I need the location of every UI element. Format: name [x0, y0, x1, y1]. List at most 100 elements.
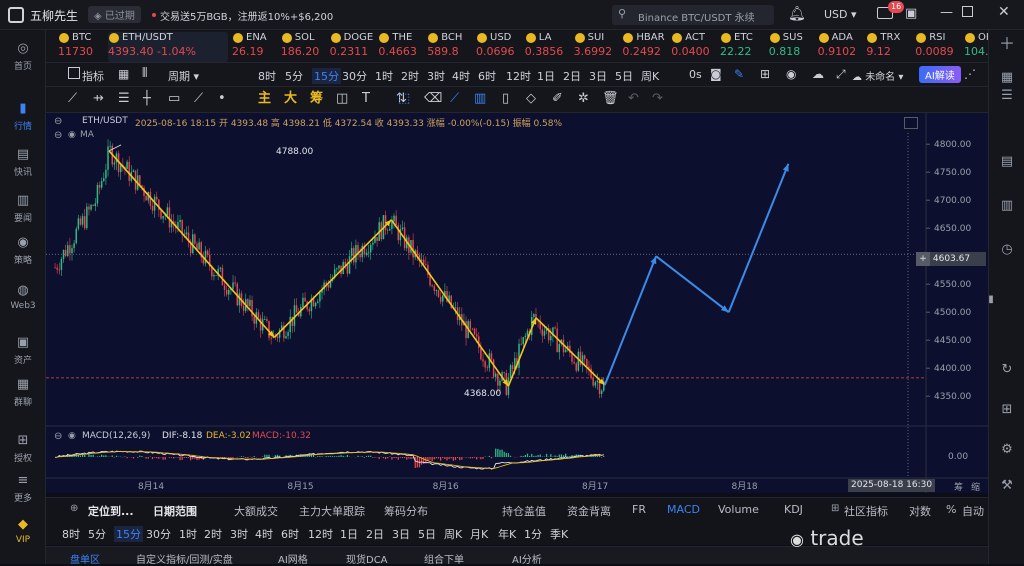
period-button[interactable]: 周期 ▾ — [168, 68, 199, 84]
eraser-icon[interactable]: ⌫ — [424, 92, 442, 106]
ticker-10[interactable]: HBAR 0.2492 — [622, 32, 668, 62]
timeframe-5[interactable]: 2时 — [401, 68, 419, 84]
ticker-2[interactable]: ENA 26.19 — [232, 32, 278, 62]
expand-icon[interactable]: ⤢ — [836, 67, 846, 82]
timeframe2-7[interactable]: 4时 — [255, 526, 273, 542]
indicator-tab-0[interactable]: 定位到... — [88, 503, 134, 519]
eye-icon[interactable]: ◉ — [68, 130, 76, 140]
nav-item-8[interactable]: ⊞ 授权 — [0, 434, 46, 465]
ticker-7[interactable]: USD 0.0696 — [476, 32, 522, 62]
tools-icon[interactable]: ⚒ — [999, 478, 1015, 494]
bell-icon[interactable]: 🔔︎ — [788, 6, 806, 22]
blue-projection-segment[interactable] — [727, 163, 790, 313]
redo-icon[interactable]: ↷ — [652, 92, 663, 106]
chart-icon[interactable]: ◫ — [336, 92, 348, 106]
collapse-icon[interactable]: ⊖ — [54, 116, 62, 127]
timeframe2-2[interactable]: 15分 — [114, 526, 143, 542]
clipboard-icon[interactable]: ▯ — [502, 92, 509, 106]
timeframe-12[interactable]: 3日 — [589, 68, 607, 84]
nav-item-10[interactable]: ◆ VIP — [0, 518, 46, 546]
timeframe2-13[interactable]: 5日 — [418, 526, 436, 542]
ticker-13[interactable]: SUS 0.818 — [769, 32, 815, 62]
yellow-trend-segment[interactable] — [108, 150, 275, 338]
indicator-tab-9[interactable]: Volume — [718, 503, 759, 516]
chart-area[interactable]: 4800.004750.004700.004650.004600.004550.… — [46, 113, 988, 493]
indicator-tab-2[interactable]: 大额成交 — [234, 503, 278, 519]
tag-icon[interactable]: ◇ — [526, 92, 536, 106]
timeframe-2[interactable]: 15分 — [312, 68, 341, 84]
plus-icon[interactable]: + — [916, 252, 930, 266]
timeframe2-6[interactable]: 3时 — [230, 526, 248, 542]
locate-icon[interactable]: ⊕ — [70, 503, 78, 514]
timeframe2-17[interactable]: 1分 — [524, 526, 542, 542]
timeframe2-18[interactable]: 季K — [550, 526, 568, 542]
brush-icon[interactable]: ✐ — [552, 92, 563, 106]
yellow-trend-segment[interactable] — [390, 219, 510, 387]
shrink-axis-label[interactable]: 缩 — [971, 480, 980, 493]
nav-item-5[interactable]: ◍ Web3 — [0, 284, 46, 312]
chip-axis-label[interactable]: 筹 — [954, 480, 963, 493]
ticker-17[interactable]: OK 104.58 — [964, 32, 988, 62]
minimize-button[interactable]: — — [940, 5, 953, 20]
eye-icon[interactable]: ◉ — [786, 67, 796, 81]
timeframe-1[interactable]: 5分 — [285, 68, 303, 84]
rectangle-icon[interactable]: ▭ — [168, 92, 180, 106]
timeframe2-1[interactable]: 5分 — [88, 526, 106, 542]
timeframe-0[interactable]: 8时 — [258, 68, 276, 84]
cloud-icon[interactable]: ☁ — [812, 67, 824, 81]
indicator-tab-11[interactable]: 社区指标 — [844, 503, 888, 519]
indicator-icon[interactable] — [68, 67, 80, 79]
timeframe-11[interactable]: 2日 — [563, 68, 581, 84]
timeframe2-15[interactable]: 月K — [470, 526, 488, 542]
nav-item-6[interactable]: ▣ 资产 — [0, 336, 46, 367]
blue-projection-segment[interactable] — [603, 255, 657, 386]
timeframe2-11[interactable]: 2日 — [366, 526, 384, 542]
ray-icon[interactable]: ⟋ — [194, 92, 203, 106]
currency-select[interactable]: USD ▾ — [824, 8, 857, 21]
ticker-12[interactable]: ETC 22.22 — [720, 32, 766, 62]
indicator-tab-5[interactable]: 持仓盖值 — [502, 503, 546, 519]
nav-item-9[interactable]: ≡ 更多 — [0, 474, 46, 505]
close-button[interactable]: ✕ — [998, 4, 1010, 20]
ticker-4[interactable]: DOGE 0.2311 — [330, 32, 376, 62]
timeframe2-10[interactable]: 1日 — [340, 526, 358, 542]
horizontal-line-icon[interactable]: ┼ — [143, 92, 151, 106]
timeframe-8[interactable]: 6时 — [478, 68, 496, 84]
grid-icon[interactable]: ⊞ — [999, 402, 1015, 418]
pen-icon[interactable]: ✎ — [734, 67, 744, 81]
indicator-tab-12[interactable]: 对数 — [909, 503, 931, 519]
ticker-5[interactable]: THE 0.4663 — [378, 32, 424, 62]
yellow-trend-segment[interactable] — [273, 219, 392, 338]
undo-icon[interactable]: ↶ — [628, 92, 639, 106]
ticker-1[interactable]: ETH/USDT 4393.40 -1.04% — [108, 32, 228, 62]
ticker-15[interactable]: TRX 9.12 — [866, 32, 912, 62]
timeframe-3[interactable]: 30分 — [342, 68, 367, 84]
list-icon[interactable]: ☰ — [999, 88, 1015, 104]
share-icon[interactable]: ⋰ — [964, 67, 976, 81]
timeframe-9[interactable]: 12时 — [506, 68, 531, 84]
maximize-button[interactable] — [962, 6, 973, 17]
macd-collapse-icon[interactable]: ⊖ — [54, 431, 62, 442]
timeframe2-9[interactable]: 12时 — [308, 526, 333, 542]
timeframe2-12[interactable]: 3日 — [392, 526, 410, 542]
indicator-tab-1[interactable]: 日期范围 — [153, 503, 197, 519]
indicator-tab-13[interactable]: % — [946, 503, 956, 516]
trendline-icon[interactable]: ⟋ — [68, 92, 77, 106]
camera-icon[interactable]: ◙ — [710, 67, 722, 81]
dot-icon[interactable]: • — [218, 92, 226, 106]
timeframe2-8[interactable]: 6时 — [281, 526, 299, 542]
search-box[interactable]: ⚲ Binance BTC/USDT 永续 — [612, 5, 774, 25]
eye-icon[interactable]: ◉ — [68, 431, 76, 441]
nav-item-2[interactable]: ▤ 快讯 — [0, 148, 46, 179]
nav-item-7[interactable]: ▦ 群聊 — [0, 378, 46, 409]
layout-name-select[interactable]: ☁ 未命名 ▾ — [852, 68, 903, 83]
nav-item-3[interactable]: ▥ 要闻 — [0, 194, 46, 225]
layout-grid-icon[interactable]: ⊞ — [760, 67, 770, 81]
ticker-0[interactable]: BTC 11730 — [58, 32, 108, 62]
indicator-tab-3[interactable]: 主力大单跟踪 — [299, 503, 365, 519]
indicator-tab-4[interactable]: 筹码分布 — [384, 503, 428, 519]
ticker-6[interactable]: BCH 589.8 — [427, 32, 473, 62]
parallel-lines-icon[interactable]: ☰ — [118, 92, 130, 106]
yellow-trend-segment[interactable] — [535, 317, 606, 386]
timeframe2-5[interactable]: 2时 — [204, 526, 222, 542]
